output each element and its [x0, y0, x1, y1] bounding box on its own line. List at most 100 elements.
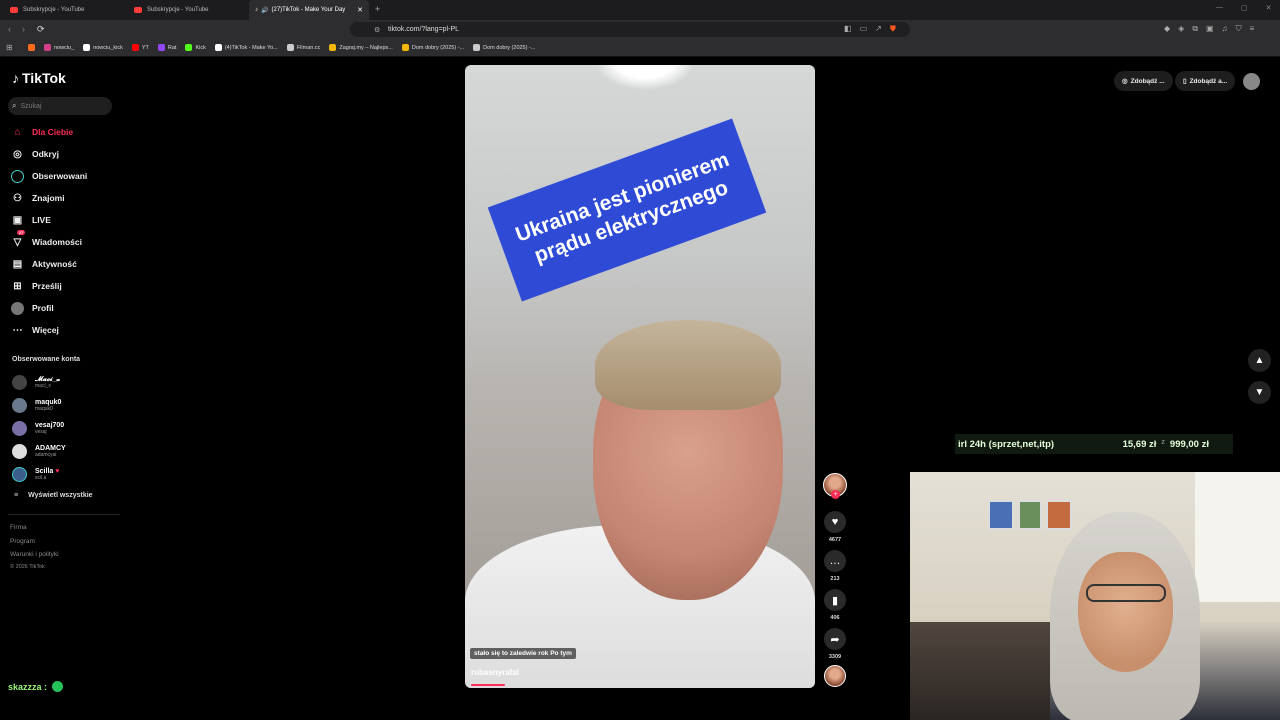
video-player[interactable]: Ukraina jest pionierem prądu elektryczne…	[465, 65, 815, 688]
see-all-label: Wyświetl wszystkie	[28, 492, 93, 499]
nav-live[interactable]: ▣ LIVE	[11, 212, 51, 228]
bookmark-item[interactable]: Zagraj.my – Najleps...	[329, 44, 393, 51]
sound-disc-button[interactable]	[823, 665, 847, 687]
footer-link-program[interactable]: Program	[10, 538, 35, 545]
save-button[interactable]: ▮ 406	[823, 589, 847, 621]
window-controls: — ▢ ✕	[1216, 4, 1272, 12]
follow-plus-icon[interactable]: +	[831, 490, 840, 499]
followed-account[interactable]: Scilla ♥ scil.a	[12, 465, 59, 483]
tiktok-logo[interactable]: ♪ TikTok	[12, 70, 66, 86]
next-video-button[interactable]: ▼	[1248, 381, 1271, 404]
followed-account[interactable]: 𝓜𝓪𝓬𝓲_𝔁 maci_x	[12, 373, 60, 391]
messages-icon: ▽	[13, 236, 22, 248]
search-input[interactable]: ⌕ Szukaj	[8, 97, 112, 115]
bookmark-item[interactable]: (4)TikTok - Make Yo...	[214, 44, 278, 51]
bookmark-icon	[28, 44, 35, 51]
browser-tab-active[interactable]: ♪ 🔊 (27)TikTok - Make Your Day ✕	[249, 0, 369, 20]
tab-label: Subskrypcje - YouTube	[147, 7, 209, 13]
stream-chat-message: skazzza :	[8, 681, 64, 692]
menu-icon[interactable]: ≡	[1250, 24, 1255, 34]
bookmark-item[interactable]: YT	[131, 44, 149, 51]
share-button[interactable]: ➦ 3309	[823, 628, 847, 660]
bookmark-item[interactable]: Filman.cc	[286, 44, 321, 51]
address-bar[interactable]: ⚙ tiktok.com/?lang=pl-PL	[350, 22, 910, 37]
music-icon[interactable]: ♫	[1222, 24, 1228, 34]
heart-icon: ♥	[824, 511, 846, 533]
nav-more[interactable]: ⋯ Więcej	[11, 322, 59, 338]
footer-copyright: © 2026 TikTok	[10, 564, 45, 570]
video-overlay-text: Ukraina jest pionierem prądu elektryczne…	[487, 118, 767, 302]
divider	[8, 514, 120, 515]
nav-for-you[interactable]: ⌂ Dla Ciebie	[11, 124, 73, 140]
minimize-icon[interactable]: —	[1216, 4, 1223, 12]
bookmark-label: Filman.cc	[296, 44, 321, 51]
followed-account[interactable]: maquk0 maquk0	[12, 396, 61, 414]
upload-icon: ⊞	[13, 280, 22, 292]
nav-profile[interactable]: Profil	[11, 300, 54, 316]
wallet-icon[interactable]: ◆	[1164, 24, 1170, 34]
video-author[interactable]: rubasnyrafal	[471, 668, 519, 677]
browser-tab[interactable]: Subskrypcje - YouTube	[4, 0, 126, 20]
video-progress-bar[interactable]	[471, 684, 505, 686]
forward-button[interactable]: ›	[22, 24, 25, 34]
speaker-icon: 🔊	[261, 7, 269, 14]
tiktok-icon	[214, 44, 222, 51]
brave-shield-icon[interactable]: ⛊	[890, 24, 896, 34]
bookmark-item[interactable]: nowciu_kick	[83, 44, 123, 51]
extensions-icon[interactable]: ⧉	[1192, 24, 1198, 34]
bookmark-icon: ▮	[824, 589, 846, 611]
close-window-icon[interactable]: ✕	[1266, 4, 1272, 12]
see-all-link[interactable]: ≡ Wyświetl wszystkie	[14, 492, 93, 499]
reader-icon[interactable]: ◧	[844, 24, 852, 34]
nav-messages[interactable]: ▽ 27 Wiadomości	[11, 230, 82, 250]
bookmark-item[interactable]: Dom dobry (2025) -...	[473, 44, 535, 51]
browser-tab[interactable]: Subskrypcje - YouTube	[128, 0, 248, 20]
apps-grid-icon[interactable]: ⊞	[6, 43, 13, 52]
logo-text: TikTok	[22, 70, 66, 86]
nav-explore[interactable]: ◎ Odkryj	[11, 146, 59, 162]
new-tab-button[interactable]: +	[375, 4, 380, 14]
creator-avatar-button[interactable]: +	[823, 473, 847, 499]
like-button[interactable]: ♥ 4677	[823, 511, 847, 543]
nav-label: Znajomi	[32, 193, 65, 203]
reload-button[interactable]: ⟳	[37, 24, 45, 35]
user-avatar[interactable]	[1243, 73, 1260, 90]
sidebar-icon[interactable]: ▣	[1206, 24, 1214, 34]
account-name: 𝓜𝓪𝓬𝓲_𝔁	[35, 375, 61, 383]
screenshot-icon[interactable]: ▭	[860, 24, 868, 34]
get-app-button[interactable]: ▯ Zdobądź a...	[1175, 71, 1236, 91]
nav-label: Dla Ciebie	[32, 127, 74, 137]
nav-following[interactable]: Obserwowani	[11, 168, 87, 184]
bookmark-item[interactable]: Dom dobry (2025) -...	[401, 44, 464, 51]
bookmark-label: YT	[141, 44, 149, 51]
shield-icon[interactable]: ⛉	[1236, 24, 1242, 34]
nav-friends[interactable]: ⚇ Znajomi	[11, 190, 65, 206]
nav-activity[interactable]: ▤ Aktywność	[11, 256, 77, 272]
back-button[interactable]: ‹	[8, 24, 11, 34]
followed-account[interactable]: ADAMCY adamcyai	[12, 442, 66, 460]
bookmark-item[interactable]: Kick	[185, 44, 206, 51]
maximize-icon[interactable]: ▢	[1241, 4, 1248, 12]
previous-video-button[interactable]: ▲	[1248, 349, 1271, 372]
site-info-icon[interactable]: ⚙	[374, 26, 380, 34]
share-icon[interactable]: ↗	[875, 24, 882, 34]
vpn-icon[interactable]: ◈	[1178, 24, 1184, 34]
footer-link-company[interactable]: Firma	[10, 524, 27, 531]
messages-badge: 27	[17, 230, 26, 235]
nav-upload[interactable]: ⊞ Prześlij	[11, 278, 61, 294]
close-tab-icon[interactable]: ✕	[357, 6, 363, 14]
emote-icon	[52, 681, 64, 692]
compass-icon: ◎	[13, 148, 22, 160]
profile-icon	[11, 301, 24, 315]
followed-account[interactable]: vesaj700 vesaj	[12, 419, 64, 437]
bookmark-item[interactable]	[28, 44, 35, 51]
bookmark-item[interactable]: nowciu_	[44, 44, 74, 51]
goal-label: irl 24h (sprzet,net,itp)	[958, 438, 1055, 450]
bookmark-label: Kick	[195, 44, 206, 51]
bookmark-icon	[329, 44, 337, 51]
bookmark-item[interactable]: Rat	[157, 44, 176, 51]
comment-button[interactable]: … 213	[823, 550, 847, 582]
get-coins-button[interactable]: ◎ Zdobądź ...	[1114, 71, 1173, 91]
live-icon: ▣	[12, 214, 23, 226]
footer-link-terms[interactable]: Warunki i polityki	[10, 551, 59, 558]
